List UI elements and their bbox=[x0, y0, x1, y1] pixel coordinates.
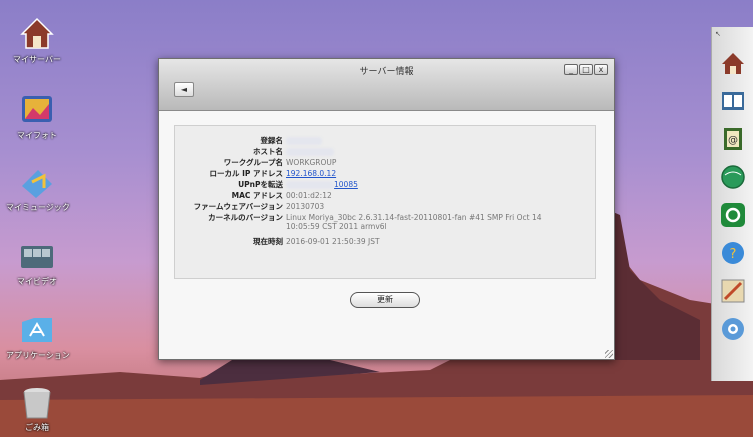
svg-text:?: ? bbox=[730, 247, 737, 262]
desktop-icon-label: マイビデオ bbox=[17, 277, 57, 286]
server-info-panel: 登録名 ホスト名 ワークグループ名 WORKGROUP ローカル IP アドレス… bbox=[174, 125, 596, 279]
info-key: ホスト名 bbox=[253, 147, 283, 156]
music-icon bbox=[18, 162, 56, 200]
info-value: 00:01:d2:12 bbox=[286, 191, 332, 200]
desktop-icon-label: マイフォト bbox=[17, 131, 57, 140]
desktop-icon-trash[interactable]: ごみ箱 bbox=[6, 382, 68, 433]
home-icon bbox=[18, 14, 56, 52]
globe-icon[interactable] bbox=[719, 163, 747, 191]
window-controls: _ □ x bbox=[564, 64, 608, 75]
info-value bbox=[286, 136, 322, 146]
info-key: ワークグループ名 bbox=[223, 158, 283, 167]
refresh-button[interactable]: 更新 bbox=[350, 292, 420, 308]
desktop-icon-my-music[interactable]: マイミュージック bbox=[6, 162, 70, 213]
svg-text:@: @ bbox=[728, 135, 738, 146]
info-row-kernel: カーネルのバージョン Linux Moriya_30bc 2.6.31.14-f… bbox=[175, 213, 595, 233]
info-key: MAC アドレス bbox=[231, 191, 283, 200]
info-value: 2016-09-01 21:50:39 JST bbox=[286, 237, 380, 246]
info-key: カーネルのバージョン bbox=[208, 213, 283, 222]
info-icon[interactable]: ? bbox=[719, 239, 747, 267]
info-row-current-time: 現在時刻 2016-09-01 21:50:39 JST bbox=[175, 237, 595, 247]
contacts-icon[interactable] bbox=[719, 87, 747, 115]
back-button[interactable]: ◄ bbox=[174, 82, 194, 97]
minimize-button[interactable]: _ bbox=[564, 64, 578, 75]
info-key: UPnPを転送 bbox=[238, 180, 283, 189]
info-row-local-ip: ローカル IP アドレス 192.168.0.12 bbox=[175, 169, 595, 179]
close-button[interactable]: x bbox=[594, 64, 608, 75]
desktop-icon-label: ごみ箱 bbox=[25, 423, 49, 432]
sync-icon[interactable] bbox=[719, 201, 747, 229]
desktop-icon-my-video[interactable]: マイビデオ bbox=[6, 236, 68, 287]
window-titlebar[interactable]: サーバー情報 _ □ x ◄ bbox=[159, 59, 614, 111]
right-dock: ↖ @ ? bbox=[711, 27, 753, 381]
info-value: 20130703 bbox=[286, 202, 325, 211]
info-value: WORKGROUP bbox=[286, 158, 337, 167]
desktop-icon-my-photo[interactable]: マイフォト bbox=[6, 90, 68, 141]
local-ip-link[interactable]: 192.168.0.12 bbox=[286, 169, 336, 179]
info-key: ローカル IP アドレス bbox=[209, 169, 283, 178]
desktop-icon-applications[interactable]: アプリケーション bbox=[6, 310, 70, 361]
desktop-icon-label: マイサーバー bbox=[13, 55, 61, 64]
upnp-port: 10085 bbox=[334, 180, 358, 189]
apps-icon bbox=[18, 310, 56, 348]
info-value bbox=[286, 147, 334, 157]
video-icon bbox=[18, 236, 56, 274]
desktop-icon-label: マイミュージック bbox=[6, 203, 70, 212]
desktop-icon-label: アプリケーション bbox=[6, 351, 70, 360]
info-row-firmware: ファームウェアバージョン 20130703 bbox=[175, 202, 595, 212]
home-icon[interactable] bbox=[719, 49, 747, 77]
server-info-window: サーバー情報 _ □ x ◄ 登録名 ホスト名 ワークグループ名 WORKGRO… bbox=[158, 58, 615, 360]
info-row-workgroup: ワークグループ名 WORKGROUP bbox=[175, 158, 595, 168]
info-key: 現在時刻 bbox=[253, 237, 283, 246]
dock-handle-icon[interactable]: ↖ bbox=[715, 30, 721, 38]
info-row-host-name: ホスト名 bbox=[175, 147, 595, 157]
upnp-link[interactable]: 10085 bbox=[286, 180, 358, 190]
info-value-continued: 10:05:59 CST 2011 armv6l bbox=[286, 222, 387, 231]
email-icon[interactable]: @ bbox=[719, 125, 747, 153]
gear-icon[interactable] bbox=[719, 315, 747, 343]
resize-handle[interactable] bbox=[605, 350, 613, 358]
window-title: サーバー情報 bbox=[359, 67, 414, 77]
info-key: ファームウェアバージョン bbox=[193, 202, 283, 211]
maximize-button[interactable]: □ bbox=[579, 64, 593, 75]
desktop-icon-my-server[interactable]: マイサーバー bbox=[6, 14, 68, 65]
photo-icon bbox=[18, 90, 56, 128]
trash-icon bbox=[18, 382, 56, 420]
info-row-mac: MAC アドレス 00:01:d2:12 bbox=[175, 191, 595, 201]
info-row-registered-name: 登録名 bbox=[175, 136, 595, 146]
settings-panel-icon[interactable] bbox=[719, 277, 747, 305]
info-row-upnp: UPnPを転送 10085 bbox=[175, 180, 595, 190]
info-key: 登録名 bbox=[260, 136, 284, 145]
